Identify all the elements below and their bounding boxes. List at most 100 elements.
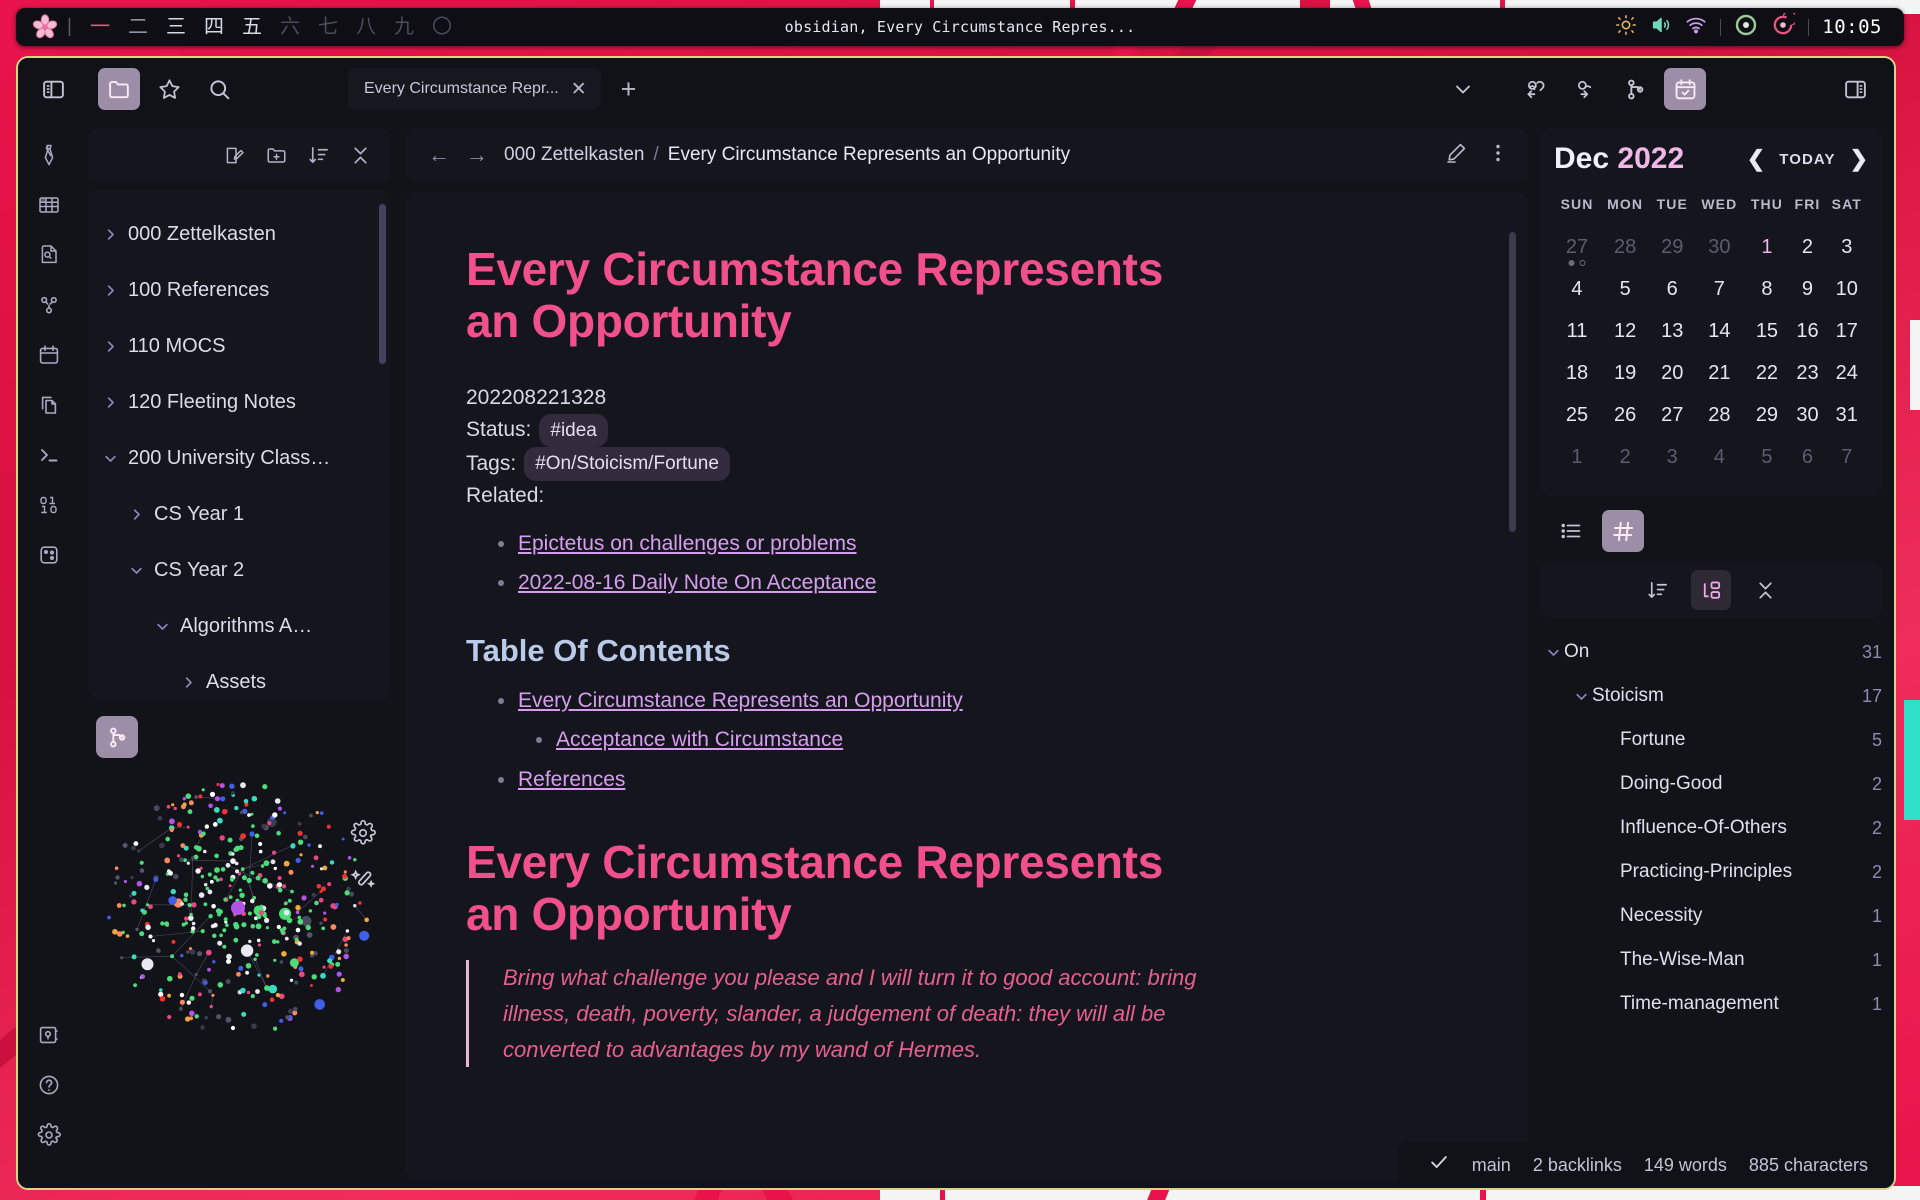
toggle-left-sidebar-icon[interactable] xyxy=(32,68,74,110)
tag-list-item[interactable]: Influence-Of-Others2 xyxy=(1540,806,1882,850)
file-tree-item[interactable]: Assets xyxy=(102,654,380,700)
backlink-out-icon[interactable] xyxy=(1564,68,1606,110)
new-folder-icon[interactable] xyxy=(258,137,294,173)
chevron-down-icon[interactable] xyxy=(1442,68,1484,110)
calendar-day[interactable]: 26 xyxy=(1600,394,1650,436)
file-tree-item[interactable]: 120 Fleeting Notes xyxy=(102,374,380,430)
close-icon[interactable]: ✕ xyxy=(569,80,589,99)
forward-button[interactable]: → xyxy=(466,144,488,166)
calendar-day[interactable]: 6 xyxy=(1650,268,1694,310)
record-green-icon[interactable] xyxy=(1734,13,1758,42)
calendar-day[interactable]: 10 xyxy=(1826,268,1868,310)
calendar-day[interactable]: 2 xyxy=(1789,226,1825,268)
calendar-day[interactable]: 15 xyxy=(1745,310,1790,352)
chevron-right-icon[interactable] xyxy=(102,339,118,354)
collapse-all-icon[interactable] xyxy=(342,137,378,173)
search-icon[interactable] xyxy=(198,68,240,110)
character-count[interactable]: 885 characters xyxy=(1749,1155,1868,1176)
status-tag[interactable]: #idea xyxy=(539,414,608,448)
help-icon[interactable] xyxy=(29,1060,69,1110)
graph-branch-icon[interactable] xyxy=(96,716,138,758)
calendar-day[interactable]: 11 xyxy=(1554,310,1600,352)
git-branch-status[interactable]: main xyxy=(1472,1155,1511,1176)
brightness-icon[interactable] xyxy=(1615,14,1637,41)
backlinks-count[interactable]: 2 backlinks xyxy=(1533,1155,1622,1176)
new-tab-button[interactable]: + xyxy=(621,76,637,103)
calendar-day[interactable]: 30 xyxy=(1789,394,1825,436)
dice-icon[interactable] xyxy=(29,530,69,580)
calendar-day[interactable]: 14 xyxy=(1694,310,1744,352)
calendar-day[interactable]: 6 xyxy=(1789,436,1825,478)
new-note-icon[interactable] xyxy=(216,137,252,173)
file-tree-item[interactable]: CS Year 2 xyxy=(102,542,380,598)
tag-list-item[interactable]: The-Wise-Man1 xyxy=(1540,938,1882,982)
calendar-day[interactable]: 1 xyxy=(1745,226,1790,268)
calendar-day[interactable]: 7 xyxy=(1826,436,1868,478)
calendar-day[interactable]: 28 xyxy=(1694,394,1744,436)
tag-list-item[interactable]: Fortune5 xyxy=(1540,718,1882,762)
next-month-button[interactable]: ❯ xyxy=(1850,148,1868,170)
volume-icon[interactable] xyxy=(1650,14,1672,41)
calendar-day[interactable]: 4 xyxy=(1694,436,1744,478)
pencil-icon[interactable] xyxy=(1444,141,1468,170)
calendar-day[interactable]: 13 xyxy=(1650,310,1694,352)
workspace-3[interactable]: 三 xyxy=(157,17,195,37)
record-pink-icon[interactable] xyxy=(1771,13,1795,42)
chevron-right-icon[interactable] xyxy=(102,283,118,298)
tag-list-item[interactable]: Doing-Good2 xyxy=(1540,762,1882,806)
tag-hash-icon[interactable] xyxy=(1602,510,1644,552)
file-tree-scrollbar[interactable] xyxy=(379,204,386,364)
chevron-right-icon[interactable] xyxy=(102,227,118,242)
tag-list-item[interactable]: Practicing-Principles2 xyxy=(1540,850,1882,894)
calendar-day[interactable]: 1 xyxy=(1554,436,1600,478)
calendar-day[interactable]: 5 xyxy=(1600,268,1650,310)
toggle-right-sidebar-icon[interactable] xyxy=(1834,68,1876,110)
file-tree-item[interactable]: 100 References xyxy=(102,262,380,318)
calendar-day[interactable]: 12 xyxy=(1600,310,1650,352)
file-tree-item[interactable]: Algorithms A… xyxy=(102,598,380,654)
calendar-day[interactable]: 25 xyxy=(1554,394,1600,436)
wifi-icon[interactable] xyxy=(1685,14,1707,41)
calendar-day[interactable]: 7 xyxy=(1694,268,1744,310)
collapse-all-icon[interactable] xyxy=(1745,570,1785,610)
tie-icon[interactable] xyxy=(29,130,69,180)
bookmark-star-icon[interactable] xyxy=(148,68,190,110)
calendar-day[interactable]: 17 xyxy=(1826,310,1868,352)
tag-list-item[interactable]: Time-management1 xyxy=(1540,982,1882,1026)
graph-branch-icon[interactable] xyxy=(1614,68,1656,110)
calendar-day[interactable]: 28 xyxy=(1600,226,1650,268)
calendar-day[interactable]: 9 xyxy=(1789,268,1825,310)
workspace-10[interactable]: 〇 xyxy=(423,17,461,37)
more-vertical-icon[interactable] xyxy=(1486,141,1510,170)
workspace-5[interactable]: 五 xyxy=(233,17,271,37)
file-tree-item[interactable]: 000 Zettelkasten xyxy=(102,206,380,262)
file-tree-item[interactable]: 110 MOCS xyxy=(102,318,380,374)
calendar-day[interactable]: 27 xyxy=(1554,226,1600,268)
calendar-day[interactable]: 23 xyxy=(1789,352,1825,394)
calendar-day[interactable]: 18 xyxy=(1554,352,1600,394)
calendar-day[interactable]: 8 xyxy=(1745,268,1790,310)
workspace-6[interactable]: 六 xyxy=(271,17,309,37)
note-scrollbar[interactable] xyxy=(1509,232,1516,532)
calendar-day[interactable]: 3 xyxy=(1826,226,1868,268)
calendar-day[interactable]: 2 xyxy=(1600,436,1650,478)
cherry-blossom-icon[interactable] xyxy=(32,14,58,40)
files-icon[interactable] xyxy=(98,68,140,110)
internal-link[interactable]: 2022-08-16 Daily Note On Acceptance xyxy=(518,571,876,594)
calendar-day[interactable]: 29 xyxy=(1650,226,1694,268)
calendar-day[interactable]: 3 xyxy=(1650,436,1694,478)
chevron-right-icon[interactable] xyxy=(180,675,196,690)
table-icon[interactable] xyxy=(29,180,69,230)
chevron-down-icon[interactable] xyxy=(154,619,170,634)
chevron-right-icon[interactable] xyxy=(102,395,118,410)
calendar-day[interactable]: 30 xyxy=(1694,226,1744,268)
workspace-2[interactable]: 二 xyxy=(119,17,157,37)
backlink-in-icon[interactable] xyxy=(1514,68,1556,110)
file-search-icon[interactable] xyxy=(29,230,69,280)
calendar-day[interactable]: 19 xyxy=(1600,352,1650,394)
internal-link[interactable]: Epictetus on challenges or problems xyxy=(518,532,857,555)
calendar-day[interactable]: 16 xyxy=(1789,310,1825,352)
copy-files-icon[interactable] xyxy=(29,380,69,430)
calendar-title[interactable]: Dec 2022 xyxy=(1554,142,1684,176)
word-count[interactable]: 149 words xyxy=(1644,1155,1727,1176)
